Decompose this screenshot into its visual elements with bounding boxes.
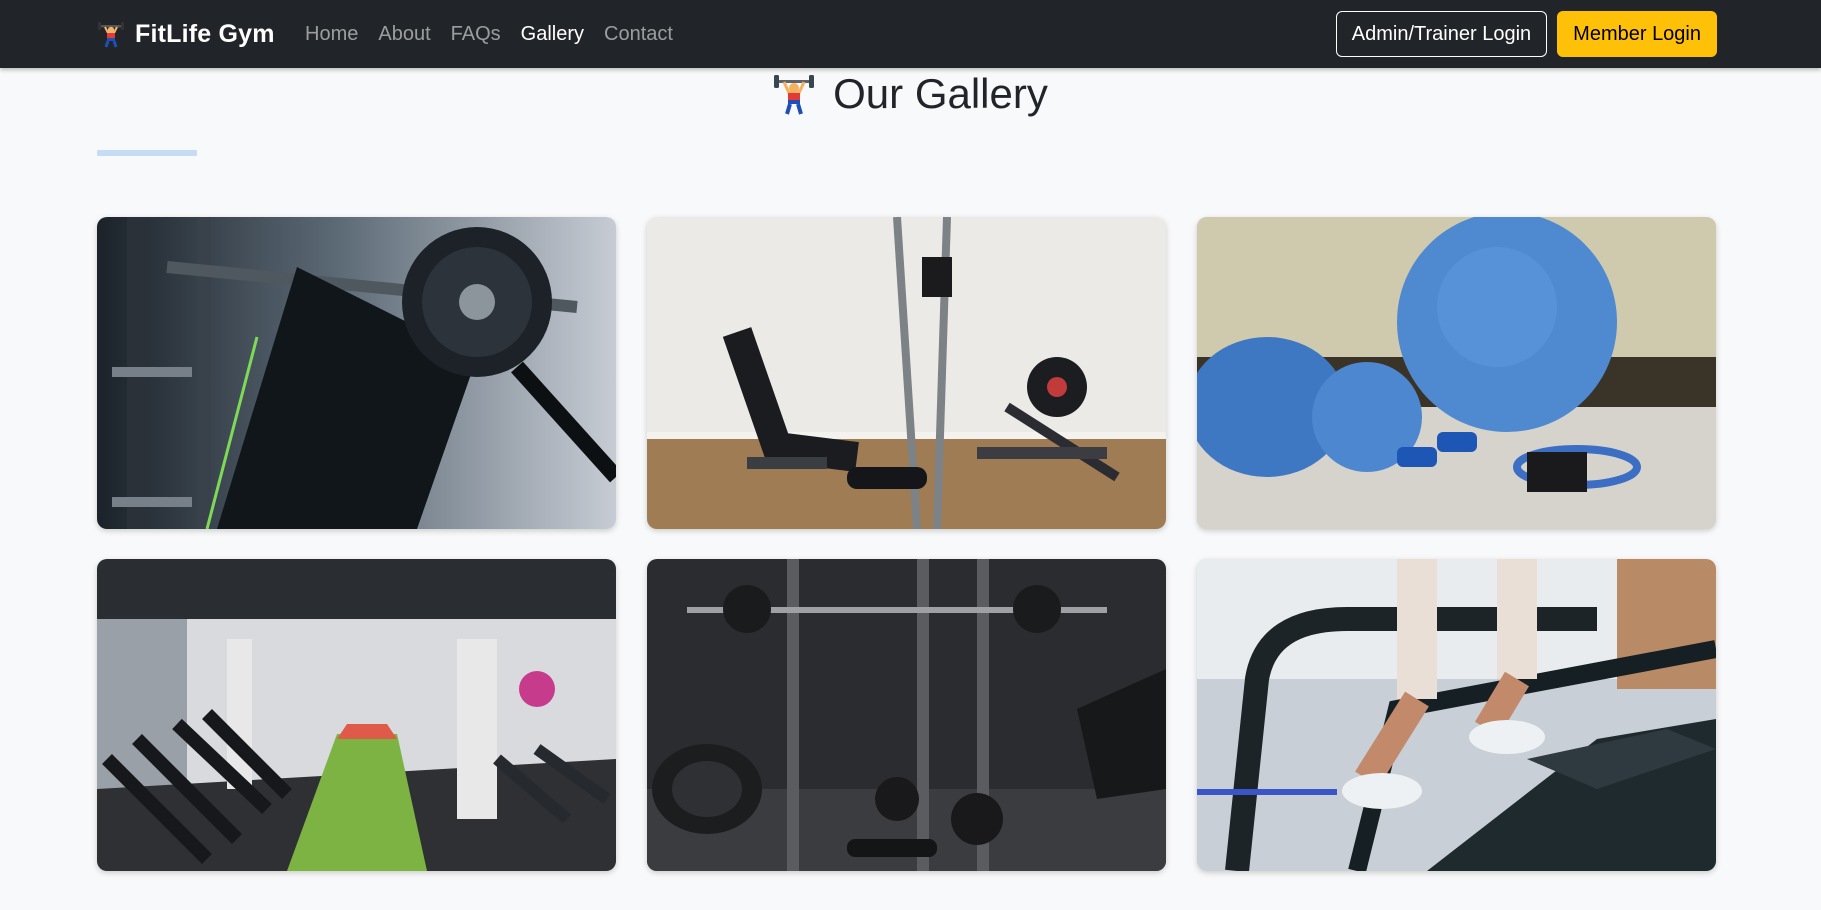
weightlifter-icon	[773, 73, 815, 115]
nav-home-link[interactable]: Home	[305, 23, 358, 46]
nav-actions: Admin/Trainer Login Member Login	[1335, 11, 1717, 57]
gallery-image-barbell-bench[interactable]	[97, 217, 616, 529]
page-title: Our Gallery	[833, 70, 1048, 117]
nav-faqs-link[interactable]: FAQs	[451, 23, 501, 46]
weightlifter-icon	[97, 20, 125, 48]
brand-name: FitLife Gym	[135, 19, 275, 48]
gallery-image-home-gym-station[interactable]	[647, 217, 1166, 529]
gallery-image-exercise-balls[interactable]	[1197, 217, 1716, 529]
nav-menu: Home About FAQs Gallery Contact	[305, 0, 673, 68]
gallery-grid	[97, 217, 1716, 871]
gallery-image-gym-treadmill-floor[interactable]	[97, 559, 616, 871]
nav-contact-link[interactable]: Contact	[604, 23, 673, 46]
title-underline	[97, 150, 197, 156]
gallery-image-dark-weights-rack[interactable]	[647, 559, 1166, 871]
nav-about-link[interactable]: About	[378, 23, 430, 46]
gallery-image-stair-climber[interactable]	[1197, 559, 1716, 871]
gallery-heading: Our Gallery	[0, 70, 1821, 118]
member-login-button[interactable]: Member Login	[1557, 11, 1717, 57]
nav-gallery-link[interactable]: Gallery	[521, 23, 584, 46]
admin-trainer-login-button[interactable]: Admin/Trainer Login	[1335, 11, 1548, 57]
navbar: FitLife Gym Home About FAQs Gallery Cont…	[0, 0, 1821, 68]
brand-logo[interactable]: FitLife Gym	[97, 0, 275, 68]
